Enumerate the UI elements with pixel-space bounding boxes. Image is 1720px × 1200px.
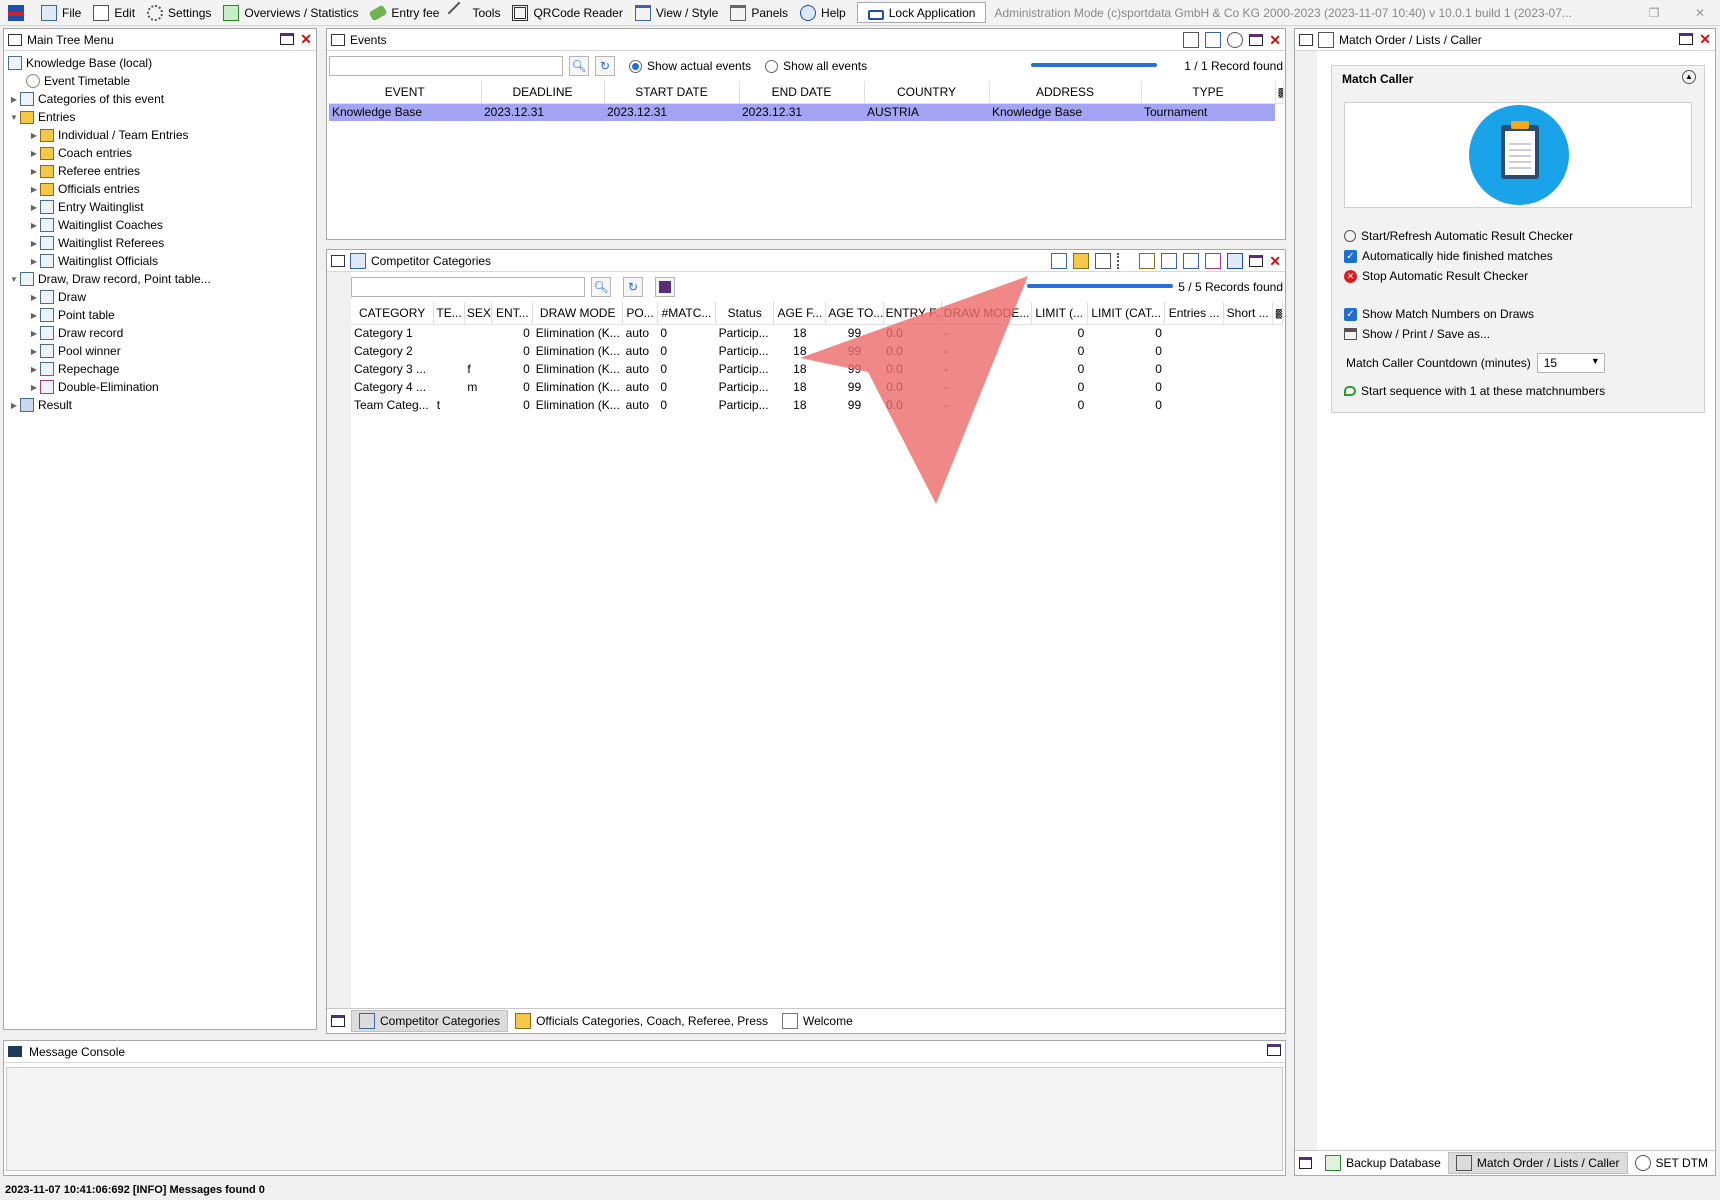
console-output: [6, 1067, 1283, 1171]
countdown-value: 15: [1543, 356, 1558, 370]
console-title: Message Console: [29, 1044, 126, 1059]
collapse-up-icon[interactable]: ▲: [1682, 70, 1696, 84]
tab-backup-database[interactable]: Backup Database: [1318, 1152, 1448, 1174]
green-arrow-icon: [1344, 386, 1356, 396]
show-numbers-label: Show Match Numbers on Draws: [1362, 307, 1535, 321]
stop-label: Stop Automatic Result Checker: [1362, 269, 1529, 283]
start-sequence[interactable]: Start sequence with 1 at these matchnumb…: [1344, 384, 1605, 398]
clock-icon: [1634, 1154, 1651, 1171]
tab-label: SET DTM: [1655, 1155, 1708, 1170]
console-header: Message Console: [4, 1041, 1285, 1063]
show-match-numbers-checkbox[interactable]: ✓ Show Match Numbers on Draws: [1344, 307, 1534, 321]
match-caller-left-gutter: [1295, 51, 1317, 1151]
close-icon[interactable]: ✕: [1699, 32, 1711, 46]
stop-checker[interactable]: ✕ Stop Automatic Result Checker: [1344, 269, 1528, 283]
speech-icon: [1455, 1154, 1472, 1171]
auto-hide-label: Automatically hide finished matches: [1362, 249, 1553, 263]
tab-label: Match Order / Lists / Caller: [1476, 1155, 1620, 1170]
right-tab-bar: Backup Database Match Order / Lists / Ca…: [1295, 1150, 1715, 1174]
match-caller-panel-header: Match Order / Lists / Caller ✕: [1295, 29, 1715, 51]
clipboard-clip: [1511, 121, 1529, 129]
start-sequence-label: Start sequence with 1 at these matchnumb…: [1361, 384, 1606, 398]
console-icon: [8, 1046, 22, 1057]
tab-set-dtm[interactable]: SET DTM: [1628, 1152, 1715, 1174]
maximize-icon[interactable]: [1299, 1156, 1313, 1169]
match-caller-panel-title: Match Order / Lists / Caller: [1339, 32, 1482, 47]
tab-label: Backup Database: [1346, 1155, 1441, 1170]
match-caller-image-box: [1344, 102, 1692, 208]
match-caller-section-header: Match Caller ▲: [1332, 66, 1704, 90]
show-print-save[interactable]: Show / Print / Save as...: [1344, 327, 1490, 341]
countdown-label: Match Caller Countdown (minutes): [1346, 356, 1531, 370]
match-caller-panel: Match Order / Lists / Caller ✕ Match Cal…: [1294, 28, 1716, 1176]
backup-icon: [1325, 1154, 1342, 1171]
auto-hide-finished-checkbox[interactable]: ✓ Automatically hide finished matches: [1344, 249, 1553, 263]
countdown-select[interactable]: 15 ▼: [1536, 353, 1605, 373]
countdown-row: Match Caller Countdown (minutes) 15 ▼: [1346, 353, 1605, 373]
message-console-panel: Message Console: [3, 1040, 1286, 1176]
checkbox-checked-icon: ✓: [1344, 307, 1357, 321]
checkbox-checked-icon: ✓: [1344, 249, 1357, 263]
match-caller-section-title: Match Caller: [1342, 72, 1414, 86]
annotation-arrow-shape: [800, 276, 1028, 504]
window-icon: [1299, 33, 1313, 46]
tab-match-order[interactable]: Match Order / Lists / Caller: [1447, 1151, 1628, 1174]
speech-icon: [1318, 31, 1334, 48]
status-bar: 2023-11-07 10:41:06:692 [INFO] Messages …: [0, 1180, 1720, 1200]
chevron-down-icon: ▼: [1590, 356, 1600, 366]
maximize-icon[interactable]: [1679, 33, 1694, 45]
maximize-icon[interactable]: [1267, 1044, 1281, 1056]
clipboard-lines: [1509, 139, 1531, 169]
stop-icon: ✕: [1344, 269, 1357, 283]
clipboard-icon: [1469, 105, 1569, 205]
start-refresh-label: Start/Refresh Automatic Result Checker: [1361, 229, 1574, 243]
print-icon: [1344, 328, 1357, 340]
show-print-label: Show / Print / Save as...: [1362, 327, 1491, 341]
start-refresh-checker[interactable]: Start/Refresh Automatic Result Checker: [1344, 229, 1573, 243]
search-refresh-icon: [1344, 230, 1356, 242]
